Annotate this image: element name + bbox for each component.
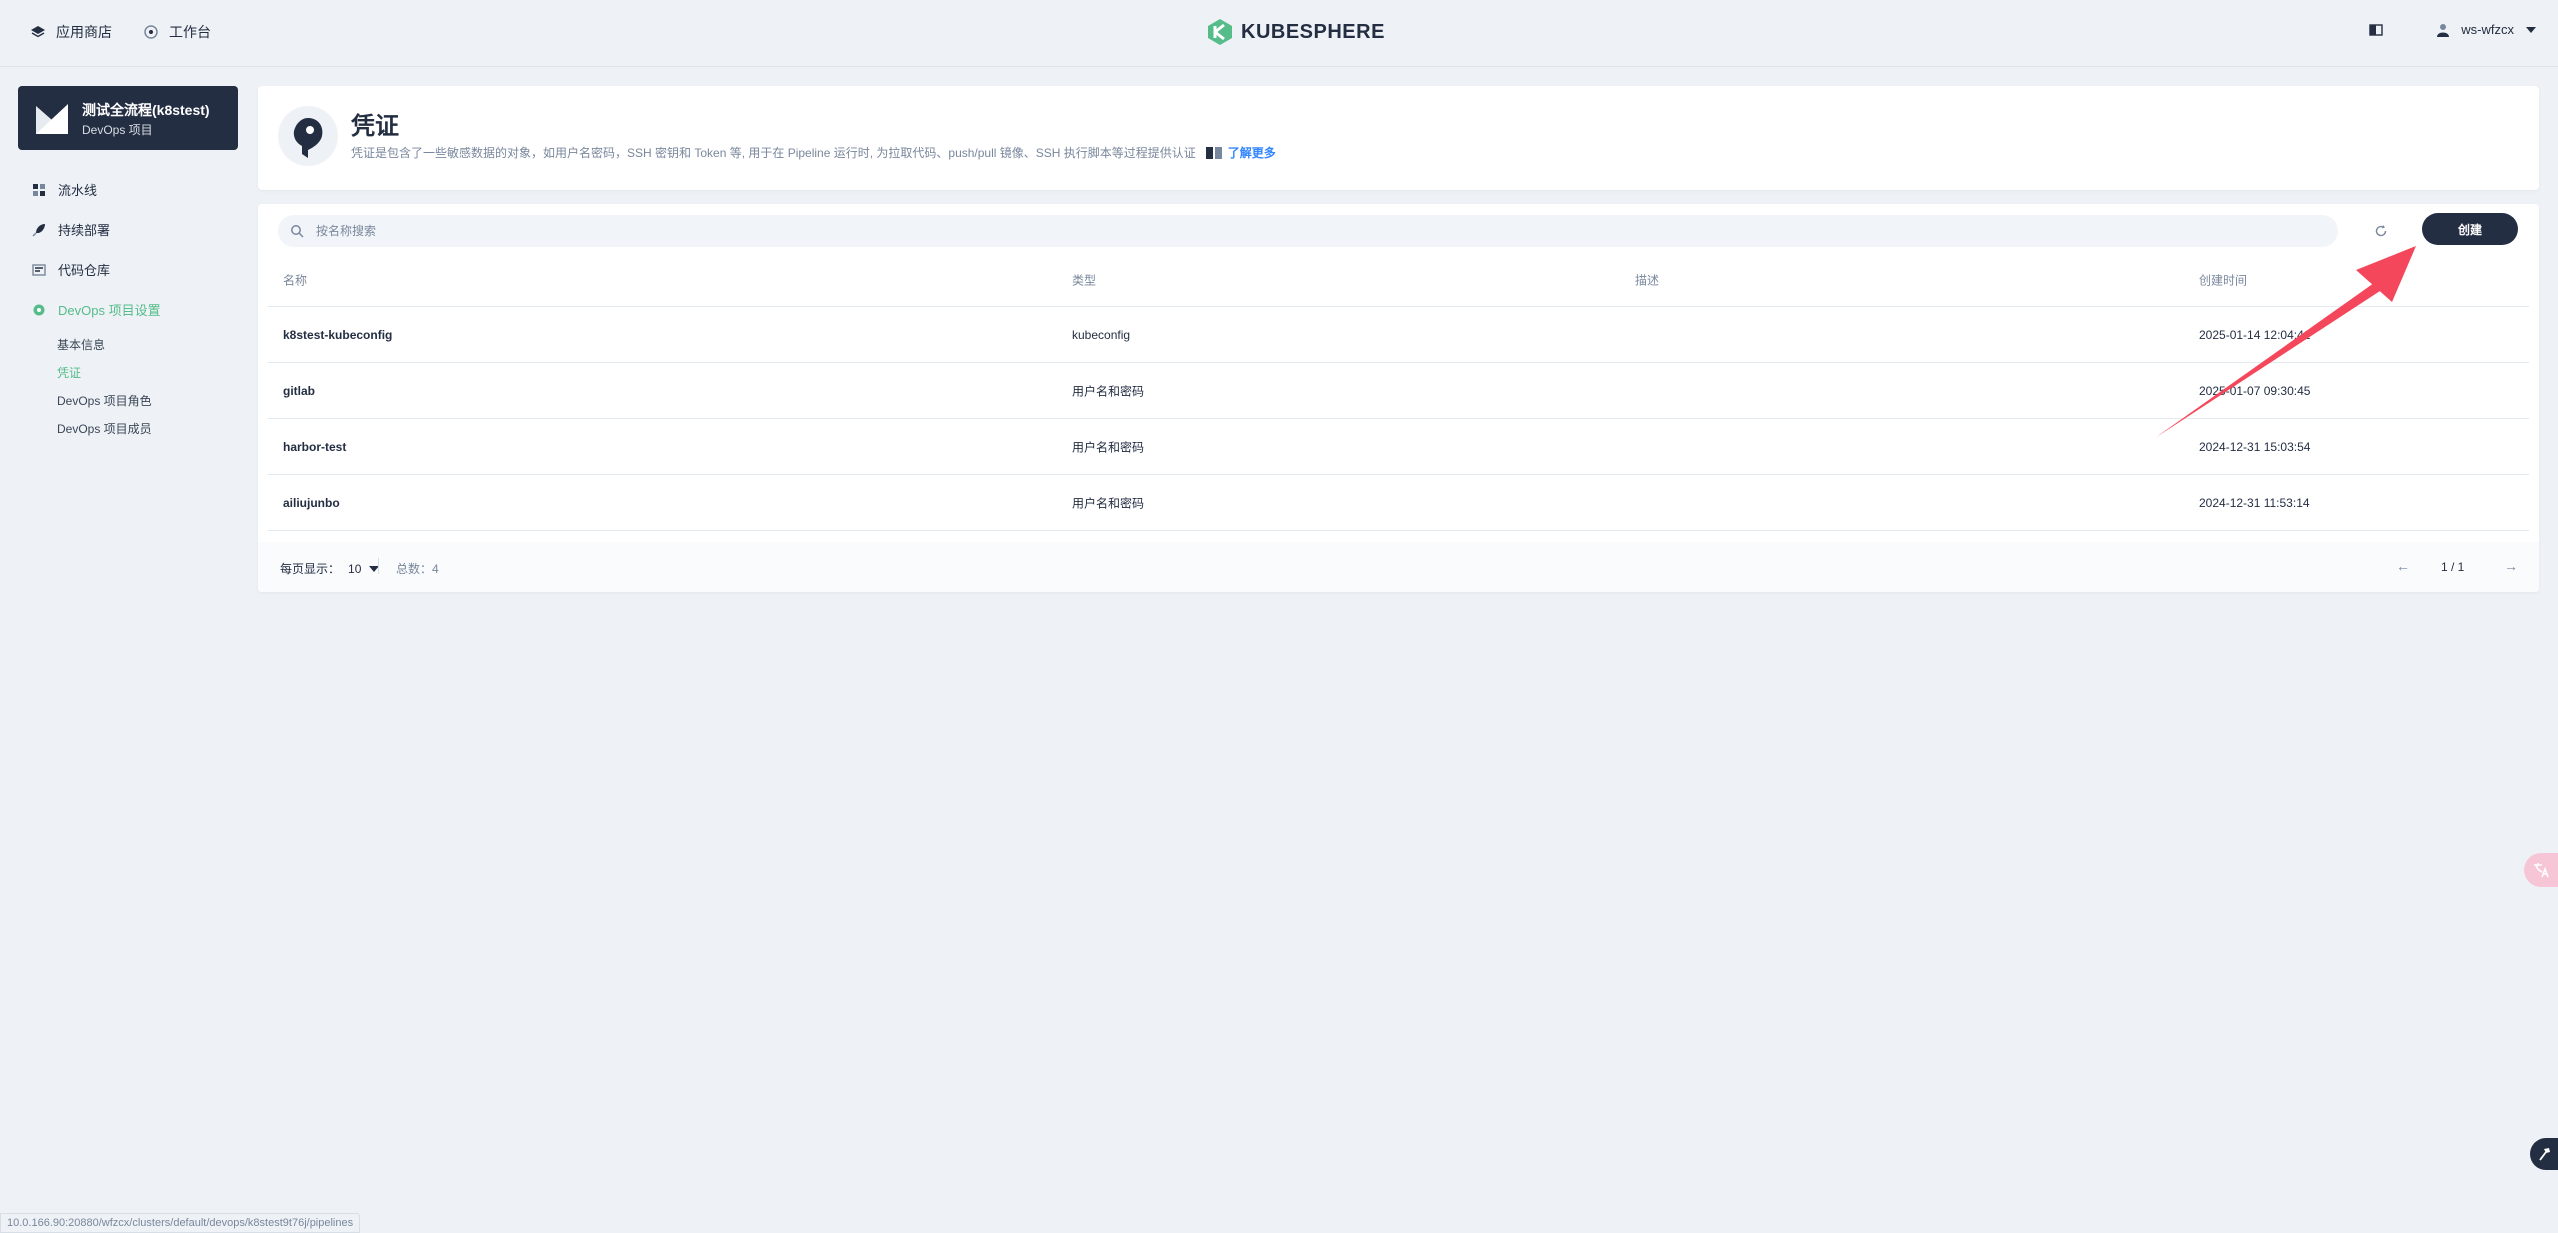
workbench-label: 工作台: [169, 24, 211, 40]
table-row[interactable]: harbor-test 用户名和密码 2024-12-31 15:03:54: [268, 419, 2529, 475]
table-row[interactable]: k8stest-kubeconfig kubeconfig 2025-01-14…: [268, 307, 2529, 363]
credential-name-link[interactable]: ailiujunbo: [283, 496, 340, 510]
page-description-text: 凭证是包含了一些敏感数据的对象，如用户名密码，SSH 密钥和 Token 等, …: [351, 146, 1196, 160]
translate-button[interactable]: [2524, 853, 2558, 887]
learn-more-label: 了解更多: [1227, 146, 1276, 160]
sidebar-item-label: 代码仓库: [58, 263, 111, 278]
translate-icon: [2534, 863, 2549, 878]
credential-type: 用户名和密码: [1072, 384, 1145, 398]
rocket-icon: [32, 223, 45, 237]
column-header-description: 描述: [1635, 273, 1660, 288]
page-size-selector[interactable]: 每页显示： 10: [280, 560, 380, 577]
top-bar: 应用商店 工作台 KUBESPHERE ws-wfzcx: [0, 0, 2558, 67]
sidebar-item-repos[interactable]: 代码仓库: [32, 260, 110, 279]
sidebar-item-label: DevOps 项目设置: [58, 303, 161, 318]
sidebar-item-cd[interactable]: 持续部署: [32, 220, 110, 239]
credential-type: 用户名和密码: [1072, 440, 1145, 454]
refresh-icon: [2375, 225, 2387, 237]
search-icon: [291, 225, 304, 238]
gear-icon: [33, 304, 45, 315]
column-header-type: 类型: [1072, 273, 1097, 288]
subnav-basic-info[interactable]: 基本信息: [57, 336, 105, 353]
username: ws-wfzcx: [2461, 22, 2514, 37]
subnav-credentials[interactable]: 凭证: [57, 364, 81, 381]
page-header: 凭证 凭证是包含了一些敏感数据的对象，如用户名密码，SSH 密钥和 Token …: [258, 86, 2539, 190]
learn-more-link[interactable]: 了解更多: [1205, 144, 1276, 161]
divider: [378, 558, 379, 574]
column-header-name[interactable]: 名称: [283, 272, 307, 289]
sidebar-item-devops-settings[interactable]: DevOps 项目设置: [32, 300, 161, 319]
layers-icon: [31, 26, 45, 38]
page-size-label: 每页显示：: [280, 562, 341, 576]
credential-name-link[interactable]: harbor-test: [283, 440, 346, 454]
page-title: 凭证: [351, 113, 399, 140]
hammer-icon: [2539, 1148, 2550, 1161]
search-bar[interactable]: [278, 215, 2338, 247]
table-row[interactable]: ailiujunbo 用户名和密码 2024-12-31 11:53:14: [268, 475, 2529, 531]
credential-created: 2025-01-07 09:30:45: [2199, 383, 2311, 398]
next-page-button[interactable]: →: [2504, 558, 2518, 574]
sidebar-item-label: 流水线: [58, 183, 98, 198]
refresh-button[interactable]: [2368, 218, 2394, 244]
project-selector[interactable]: 测试全流程(k8stest) DevOps 项目: [18, 86, 238, 150]
credential-type: 用户名和密码: [1072, 496, 1145, 510]
key-icon: [278, 106, 338, 166]
subnav-members[interactable]: DevOps 项目成员: [57, 420, 152, 437]
repo-icon: [32, 263, 46, 276]
workbench-link[interactable]: 工作台: [143, 22, 211, 42]
credential-name-link[interactable]: k8stest-kubeconfig: [283, 328, 392, 342]
user-menu[interactable]: ws-wfzcx: [2369, 22, 2536, 37]
sidebar-item-pipelines[interactable]: 流水线: [32, 180, 97, 199]
book-icon: [1205, 146, 1222, 159]
kubesphere-logo-icon: [1208, 19, 1232, 45]
tools-button[interactable]: [2530, 1138, 2558, 1170]
chevron-down-icon: [2526, 26, 2536, 33]
project-type: DevOps 项目: [82, 123, 153, 137]
credential-created: 2025-01-14 12:04:41: [2199, 327, 2311, 342]
search-input[interactable]: [314, 223, 2218, 239]
project-name: 测试全流程(k8stest): [82, 102, 210, 118]
user-icon: [2437, 23, 2450, 37]
credentials-table-card: 创建 名称 类型 描述 创建时间 k8stest-kubeconfig kube…: [258, 204, 2539, 592]
total-value: 4: [432, 562, 439, 576]
app-store-link[interactable]: 应用商店: [30, 22, 112, 42]
subnav-roles[interactable]: DevOps 项目角色: [57, 392, 152, 409]
dashboard-icon: [144, 25, 158, 39]
page-description: 凭证是包含了一些敏感数据的对象，如用户名密码，SSH 密钥和 Token 等, …: [351, 144, 1276, 161]
app-store-label: 应用商店: [56, 24, 112, 40]
credential-created: 2024-12-31 15:03:54: [2199, 439, 2311, 454]
kubesphere-logo[interactable]: KUBESPHERE: [1207, 18, 1385, 46]
total-label: 总数：: [396, 562, 433, 576]
credential-created: 2024-12-31 11:53:14: [2199, 495, 2310, 510]
create-button[interactable]: 创建: [2422, 213, 2518, 245]
table-header: 名称 类型 描述 创建时间: [268, 254, 2529, 307]
pagination: 每页显示： 10 总数：4 ← 1 / 1 →: [258, 542, 2539, 592]
column-header-created[interactable]: 创建时间: [2199, 272, 2247, 289]
prev-page-button[interactable]: ←: [2396, 558, 2410, 574]
project-icon: [34, 100, 70, 136]
page-info: 1 / 1: [2441, 560, 2465, 574]
total-count: 总数：4: [396, 560, 439, 577]
page-size-value: 10: [348, 561, 362, 576]
credential-type: kubeconfig: [1072, 327, 1131, 342]
credential-name-link[interactable]: gitlab: [283, 384, 315, 398]
sidebar-item-label: 持续部署: [58, 223, 111, 238]
notebook-icon[interactable]: [2369, 23, 2383, 37]
grid-icon: [33, 183, 45, 196]
logo-text: KUBESPHERE: [1241, 20, 1385, 43]
table-row[interactable]: gitlab 用户名和密码 2025-01-07 09:30:45: [268, 363, 2529, 419]
status-url: 10.0.166.90:20880/wfzcx/clusters/default…: [0, 1213, 361, 1233]
